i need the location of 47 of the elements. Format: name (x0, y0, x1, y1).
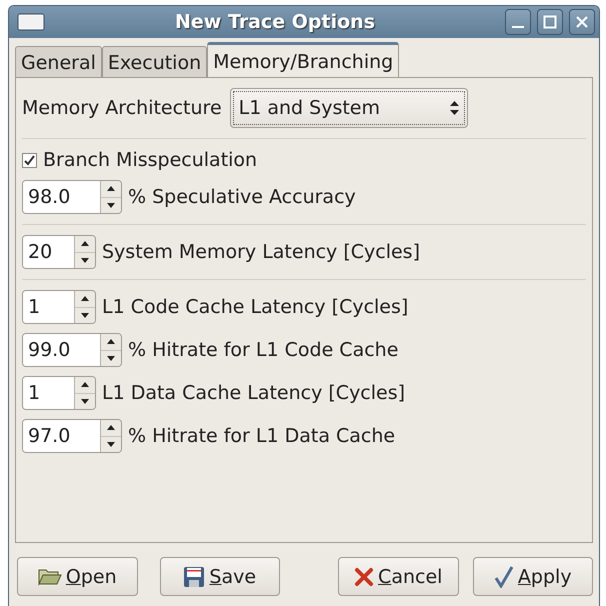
window-menu-icon (17, 13, 45, 31)
up-arrow-icon (81, 296, 89, 302)
down-arrow-icon (107, 202, 115, 208)
field-label: L1 Data Cache Latency [Cycles] (102, 382, 406, 404)
tab[interactable]: Execution (102, 46, 208, 78)
spin-field[interactable]: 99.0 (22, 333, 122, 367)
dropdown[interactable]: L1 and System (230, 88, 468, 128)
down-arrow-icon (81, 258, 89, 263)
field-label: % Hitrate for L1 Data Cache (128, 425, 396, 447)
spin-field[interactable]: 20 (22, 235, 96, 269)
tab[interactable]: Memory/Branching (207, 42, 400, 78)
close-icon (575, 15, 589, 29)
checkbox[interactable] (22, 152, 37, 168)
window-title: New Trace Options (174, 11, 376, 33)
field-label: L1 Code Cache Latency [Cycles] (102, 296, 408, 318)
spin-field[interactable]: 1 (22, 376, 96, 410)
field-label: System Memory Latency [Cycles] (102, 241, 420, 263)
minimize-button[interactable] (505, 9, 531, 35)
down-arrow-icon (107, 356, 115, 361)
field-label: % Speculative Accuracy (128, 186, 356, 208)
close-button[interactable] (569, 9, 595, 35)
up-arrow-icon (81, 241, 89, 246)
spin-field[interactable]: 1 (22, 290, 96, 324)
updown-arrow-icon (450, 101, 459, 115)
up-arrow-icon (107, 425, 115, 430)
tab[interactable]: General (15, 46, 102, 78)
folder-icon (38, 568, 62, 586)
cancel-button[interactable]: Cancel (338, 557, 458, 596)
open-button[interactable]: Open (17, 557, 138, 596)
checkmark-icon (494, 566, 514, 588)
down-arrow-icon (81, 312, 89, 318)
field-label: Memory Architecture (22, 97, 222, 119)
maximize-button[interactable] (537, 9, 563, 35)
up-arrow-icon (81, 382, 89, 388)
maximize-icon (543, 15, 557, 29)
down-arrow-icon (107, 442, 115, 447)
up-arrow-icon (107, 339, 115, 344)
checkbox-label: Branch Misspeculation (43, 149, 258, 171)
close-icon (354, 566, 374, 586)
spin-field[interactable]: 97.0 (22, 419, 122, 453)
apply-button[interactable]: Apply (472, 557, 593, 596)
down-arrow-icon (81, 398, 89, 404)
field-label: % Hitrate for L1 Code Cache (128, 339, 398, 361)
spin-field[interactable]: 98.0 (22, 180, 122, 214)
up-arrow-icon (107, 186, 115, 192)
save-button[interactable]: Save (160, 557, 280, 596)
minimize-icon (512, 26, 524, 28)
